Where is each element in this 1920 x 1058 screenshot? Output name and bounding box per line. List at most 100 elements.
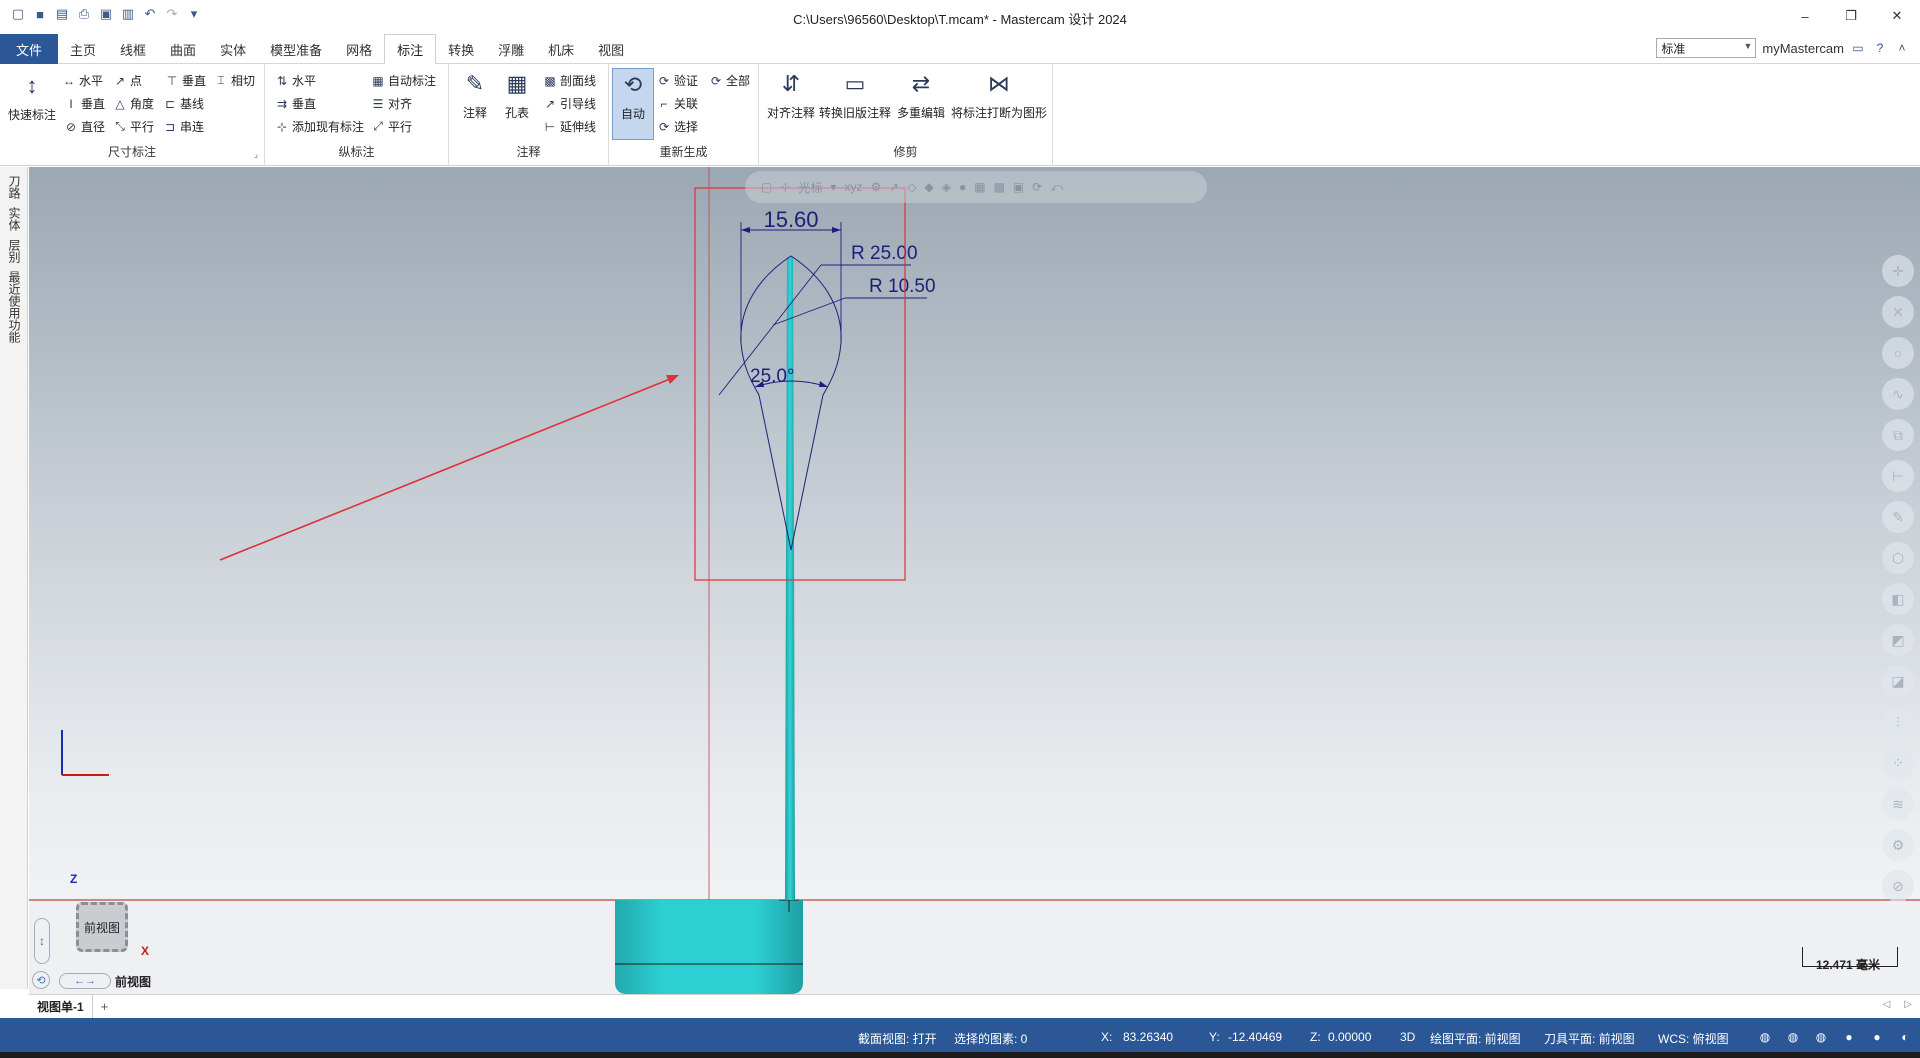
base-cylinder[interactable]	[615, 900, 803, 994]
select-solid-icon[interactable]: ◆	[925, 180, 934, 194]
dialog-launcher-icon[interactable]: ⌟	[254, 149, 258, 160]
ordinate-vertical-button[interactable]: ⇉ 垂直	[275, 95, 316, 112]
radius-small-text[interactable]: R 10.50	[869, 276, 936, 297]
graphics-viewport[interactable]: 15.60 R 25.00 R 10.50 25.0° ▢ ⊹ 光标 ▾ xyz…	[29, 167, 1920, 994]
radius-large-text[interactable]: R 25.00	[851, 243, 918, 264]
sphere-2-icon[interactable]: ●	[1869, 1029, 1885, 1045]
analyze-icon[interactable]: ⫶	[1882, 706, 1914, 738]
verify-select-icon[interactable]: ▣	[1013, 180, 1024, 194]
regen-select-button[interactable]: ⟳ 选择	[657, 118, 698, 135]
chevron-left-icon[interactable]: ◁	[1883, 999, 1891, 1010]
tool-rod[interactable]	[785, 257, 795, 900]
chevron-right-icon[interactable]: ▷	[1904, 999, 1912, 1010]
perpendicular-dim-button[interactable]: ⊤ 垂直	[165, 72, 206, 89]
minimize-button[interactable]: –	[1782, 0, 1828, 32]
tab-wireframe[interactable]: 线框	[108, 34, 158, 64]
settings-icon[interactable]: ⚙	[1882, 829, 1914, 861]
regen-all-button[interactable]: ⟳ 全部	[709, 72, 750, 89]
diameter-dim-button[interactable]: ⊘ 直径	[64, 118, 105, 135]
baseline-dim-button[interactable]: ⊏ 基线	[163, 95, 204, 112]
tab-drafting[interactable]: 标注	[384, 34, 437, 64]
grid-icon[interactable]: ⁘	[1882, 747, 1914, 779]
tab-relief[interactable]: 浮雕	[486, 34, 536, 64]
convert-legacy-button[interactable]: ▭ 转换旧版注释	[819, 68, 891, 121]
view-cube[interactable]: 前视图	[76, 902, 128, 952]
side-tab-levels[interactable]: 层别	[6, 239, 23, 263]
horizontal-dim-button[interactable]: ↔ 水平	[62, 72, 103, 89]
note-button[interactable]: ✎ 注释	[459, 68, 491, 121]
my-mastercam-link[interactable]: myMastercam	[1762, 41, 1844, 56]
shade-icon[interactable]: ◧	[1882, 583, 1914, 615]
explode-dims-button[interactable]: ⋈ 将标注打断为图形	[951, 68, 1047, 121]
construction-plane-status[interactable]: 绘图平面: 前视图	[1430, 1030, 1521, 1047]
view-tilt-control-icon[interactable]: ↕	[34, 918, 50, 964]
select-body-icon[interactable]: ●	[959, 180, 966, 194]
parallel-dim-button[interactable]: ⤡ 平行	[113, 118, 154, 135]
y-coordinate[interactable]: -12.40469	[1228, 1030, 1282, 1044]
view-pan-icon[interactable]: ←→	[59, 973, 111, 989]
hatch-button[interactable]: ▩ 剖面线	[543, 72, 596, 89]
tab-mesh[interactable]: 网格	[334, 34, 384, 64]
tab-view[interactable]: 视图	[586, 34, 636, 64]
ordinate-align-button[interactable]: ☰ 对齐	[371, 95, 412, 112]
ordinate-auto-button[interactable]: ▦ 自动标注	[371, 72, 436, 89]
hole-table-button[interactable]: ▦ 孔表	[501, 68, 533, 121]
view-rotate-icon[interactable]: ⟲	[32, 971, 50, 989]
help-icon[interactable]: ?	[1872, 40, 1888, 56]
x-coordinate[interactable]: 83.26340	[1123, 1030, 1173, 1044]
refresh-icon[interactable]: ⟳	[1032, 180, 1042, 194]
validate-button[interactable]: ⟳ 验证	[657, 72, 698, 89]
angle-text[interactable]: 25.0°	[750, 366, 795, 387]
tab-home[interactable]: 主页	[58, 34, 108, 64]
vertical-dim-button[interactable]: I 垂直	[64, 95, 105, 112]
ordinate-horizontal-button[interactable]: ⇅ 水平	[275, 72, 316, 89]
tab-machine[interactable]: 机床	[536, 34, 586, 64]
measure-icon[interactable]: ⊢	[1882, 460, 1914, 492]
add-viewsheet-button[interactable]: +	[93, 999, 117, 1014]
wcs-status[interactable]: WCS: 俯视图	[1658, 1030, 1729, 1047]
leader-button[interactable]: ↗ 引导线	[543, 95, 596, 112]
tab-transform[interactable]: 转换	[436, 34, 486, 64]
multi-edit-button[interactable]: ⇄ 多重编辑	[897, 68, 945, 121]
sphere-icon[interactable]: ●	[1841, 1029, 1857, 1045]
dim-width-text[interactable]: 15.60	[763, 207, 818, 232]
unzoom-icon[interactable]: ✕	[1882, 296, 1914, 328]
color-2-icon[interactable]: ◪	[1882, 665, 1914, 697]
collapse-ribbon-icon[interactable]: ˄	[1894, 40, 1910, 56]
select-arrow-icon[interactable]: ➚	[889, 180, 899, 194]
solid-icon[interactable]: ⬡	[1882, 542, 1914, 574]
tab-file[interactable]: 文件	[0, 34, 59, 64]
mode-3d-toggle[interactable]: 3D	[1400, 1030, 1415, 1044]
point-dim-button[interactable]: ↗ 点	[113, 72, 142, 89]
tangent-dim-button[interactable]: ⌶ 相切	[214, 72, 255, 89]
chain-dim-button[interactable]: ⊐ 串连	[163, 118, 204, 135]
layers-icon[interactable]: ≋	[1882, 788, 1914, 820]
z-coordinate[interactable]: 0.00000	[1328, 1030, 1371, 1044]
window-select-icon[interactable]: ▩	[994, 180, 1005, 194]
clear-icon[interactable]: ⊘	[1882, 870, 1914, 902]
side-tab-toolpaths[interactable]: 刀路	[6, 175, 23, 199]
cursor-mode-icon[interactable]: ⊹	[780, 180, 790, 194]
side-tab-solids[interactable]: 实体	[6, 207, 23, 231]
fit-icon[interactable]: ✛	[1882, 255, 1914, 287]
pencil-icon[interactable]: ✎	[1882, 501, 1914, 533]
cursor-mode-label[interactable]: 光标	[798, 179, 822, 196]
associate-button[interactable]: ⌐ 关联	[657, 95, 698, 112]
circle-icon[interactable]: ○	[1882, 337, 1914, 369]
globe-3-icon[interactable]: ◍	[1813, 1029, 1829, 1045]
side-tab-recent[interactable]: 最近使用功能	[6, 271, 23, 343]
gear-icon[interactable]: ⚙	[870, 180, 881, 194]
angle-dim-button[interactable]: △ 角度	[113, 95, 154, 112]
tab-model-prep[interactable]: 模型准备	[258, 34, 334, 64]
section-view-status[interactable]: 截面视图: 打开	[858, 1030, 937, 1047]
color-icon[interactable]: ◩	[1882, 624, 1914, 656]
ordinate-add-button[interactable]: ⊹ 添加现有标注	[275, 118, 364, 135]
dropdown-icon[interactable]: ▾	[830, 180, 836, 194]
tab-surfaces[interactable]: 曲面	[158, 34, 208, 64]
auto-regen-button[interactable]: ⟲ 自动	[612, 68, 654, 140]
quick-dimension-button[interactable]: ↕ 快速标注	[8, 70, 56, 123]
globe-icon[interactable]: ◍	[1757, 1029, 1773, 1045]
sphere-3-icon[interactable]: ◐	[1897, 1029, 1913, 1045]
witness-line-button[interactable]: ⊢ 延伸线	[543, 118, 596, 135]
viewsheet-tab[interactable]: 视图单-1	[29, 995, 93, 1018]
